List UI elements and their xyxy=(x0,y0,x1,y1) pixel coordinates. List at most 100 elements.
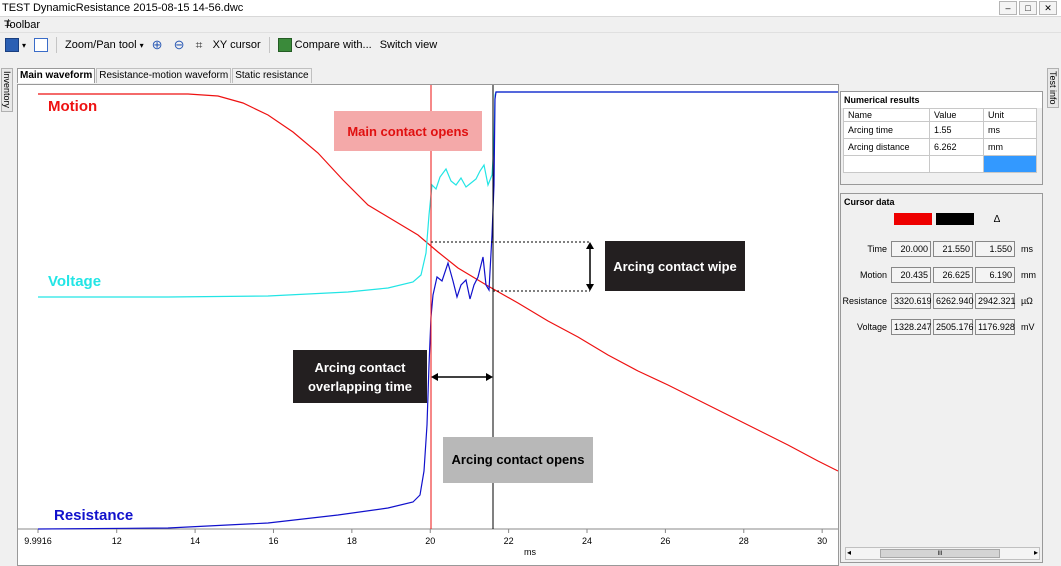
toolbar-header: Toolbar ⊥ xyxy=(0,17,1061,33)
cursor-1-color-swatch[interactable] xyxy=(894,213,932,225)
legend-resistance: Resistance xyxy=(54,507,133,524)
view-tabs: Main waveform Resistance-motion waveform… xyxy=(17,68,312,83)
cursor-row-motion: Motion 20.435 26.625 6.190 mm xyxy=(841,262,1042,288)
x-tick-label: 30 xyxy=(817,536,827,546)
row-label: Resistance xyxy=(842,296,887,306)
toolbar-separator xyxy=(56,37,58,53)
cursor-data-panel: Cursor data Δ Time 20.000 21.550 1.550 m… xyxy=(840,193,1043,563)
zoom-out-button[interactable]: ⊖ xyxy=(172,38,190,52)
col-value-header: Value xyxy=(929,108,984,122)
numerical-results-table: Name Value Unit Arcing time 1.55 ms Arci… xyxy=(843,108,1037,173)
zoom-in-icon: ⊕ xyxy=(151,37,163,52)
x-tick-label: 14 xyxy=(190,536,200,546)
document-icon xyxy=(34,38,49,52)
window-title: TEST DynamicResistance 2015-08-15 14-56.… xyxy=(2,2,244,14)
title-bar: TEST DynamicResistance 2015-08-15 14-56.… xyxy=(0,0,1061,17)
resistance-series-line xyxy=(37,91,838,530)
table-row-empty[interactable] xyxy=(843,155,1037,173)
delta-value: 6.190 xyxy=(975,267,1015,283)
cell-unit: ms xyxy=(983,121,1037,139)
row-label: Time xyxy=(867,244,887,254)
cursor-1-value: 20.435 xyxy=(891,267,931,283)
main-contact-opens-label: Main contact opens xyxy=(347,124,468,139)
tab-static-resistance[interactable]: Static resistance xyxy=(232,68,312,83)
delta-value: 2942.321 xyxy=(975,293,1016,309)
table-row[interactable]: Arcing distance 6.262 mm xyxy=(843,138,1037,156)
cursor-row-time: Time 20.000 21.550 1.550 ms xyxy=(841,236,1042,262)
wipe-arrow-head-up xyxy=(586,242,594,249)
toolbar: ▾ Zoom/Pan tool ▾ ⊕ ⊖ ⌗ XY cursor Compare… xyxy=(0,34,1061,56)
scroll-thumb[interactable]: III xyxy=(880,549,1000,558)
x-tick-label: 20 xyxy=(425,536,435,546)
cursor-row-voltage: Voltage 1328.247 2505.176 1176.928 mV xyxy=(841,314,1042,340)
cursor-2-value: 6262.940 xyxy=(933,293,974,309)
minimize-button[interactable]: – xyxy=(999,1,1017,15)
x-tick-label: 26 xyxy=(660,536,670,546)
toolbar-separator xyxy=(268,37,270,53)
wipe-arrow-head-down xyxy=(586,284,594,291)
table-header-row: Name Value Unit xyxy=(843,108,1037,122)
save-icon xyxy=(5,38,19,52)
cell-value: 1.55 xyxy=(929,121,984,139)
cursor-1-value: 1328.247 xyxy=(891,319,932,335)
cell-name: Arcing distance xyxy=(843,138,930,156)
maximize-button[interactable]: □ xyxy=(1019,1,1037,15)
cursor-color-row: Δ xyxy=(841,210,1042,228)
waveform-chart[interactable]: 9.9916 12 14 16 18 20 22 24 26 28 30 ms Motion Vol… xyxy=(17,84,839,566)
export-button[interactable] xyxy=(32,38,50,52)
overlap-time-box xyxy=(293,350,427,403)
x-tick-label: 18 xyxy=(347,536,357,546)
legend-motion: Motion xyxy=(48,98,97,115)
row-label: Motion xyxy=(859,270,887,280)
arcing-wipe-label: Arcing contact wipe xyxy=(613,259,737,274)
save-button[interactable]: ▾ xyxy=(3,38,28,52)
numerical-results-panel: Numerical results Name Value Unit Arcing… xyxy=(840,91,1043,185)
zoom-in-button[interactable]: ⊕ xyxy=(150,38,168,52)
cursor-row-resistance: Resistance 3320.619 6262.940 2942.321 µΩ xyxy=(841,288,1042,314)
switch-view-button[interactable]: Switch view xyxy=(378,39,439,51)
col-name-header: Name xyxy=(843,108,930,122)
xy-cursor-button[interactable]: ⌗ XY cursor xyxy=(194,38,263,52)
legend-voltage: Voltage xyxy=(48,273,101,290)
overlap-arrow-head-left xyxy=(431,373,438,381)
row-unit: mm xyxy=(1021,270,1036,280)
x-tick-label: 24 xyxy=(582,536,592,546)
scroll-left-icon[interactable]: ◂ xyxy=(847,548,851,557)
arcing-contact-opens-label: Arcing contact opens xyxy=(452,452,585,467)
delta-icon: Δ xyxy=(993,213,1001,225)
row-unit: µΩ xyxy=(1021,296,1033,306)
cursor-2-value: 26.625 xyxy=(933,267,973,283)
switch-view-label: Switch view xyxy=(379,39,438,51)
cell-unit: mm xyxy=(983,138,1037,156)
x-tick-label: 16 xyxy=(268,536,278,546)
compare-label: Compare with... xyxy=(294,39,372,51)
row-unit: ms xyxy=(1021,244,1033,254)
cursor-data-title: Cursor data xyxy=(841,194,1042,210)
cursor-1-value: 20.000 xyxy=(891,241,931,257)
compare-icon xyxy=(277,38,292,52)
x-tick-label: 9.9916 xyxy=(24,536,52,546)
cell-value: 6.262 xyxy=(929,138,984,156)
zoom-out-icon: ⊖ xyxy=(173,37,185,52)
cursor-2-value: 2505.176 xyxy=(933,319,974,335)
x-tick-label: 28 xyxy=(739,536,749,546)
close-button[interactable]: ✕ xyxy=(1039,1,1057,15)
tab-main-waveform[interactable]: Main waveform xyxy=(17,68,96,83)
table-row[interactable]: Arcing time 1.55 ms xyxy=(843,121,1037,139)
cursor-2-value: 21.550 xyxy=(933,241,973,257)
scroll-right-icon[interactable]: ▸ xyxy=(1034,548,1038,557)
cell-name: Arcing time xyxy=(843,121,930,139)
test-info-side-tab[interactable]: Test info xyxy=(1047,68,1059,108)
x-tick-label: 12 xyxy=(112,536,122,546)
compare-button[interactable]: Compare with... xyxy=(276,38,374,52)
zoom-pan-tool-button[interactable]: Zoom/Pan tool ▾ xyxy=(63,39,146,51)
delta-value: 1176.928 xyxy=(975,319,1015,335)
inventory-side-tab[interactable]: Inventory xyxy=(1,68,13,112)
cursor-2-color-swatch[interactable] xyxy=(936,213,974,225)
row-unit: mV xyxy=(1021,322,1035,332)
xy-cursor-label: XY cursor xyxy=(212,39,261,51)
tab-resistance-motion-waveform[interactable]: Resistance-motion waveform xyxy=(96,68,232,83)
x-axis-label: ms xyxy=(524,547,536,557)
pin-icon[interactable]: ⊥ xyxy=(4,18,1057,29)
horizontal-scrollbar[interactable]: ◂ III ▸ xyxy=(845,547,1040,560)
